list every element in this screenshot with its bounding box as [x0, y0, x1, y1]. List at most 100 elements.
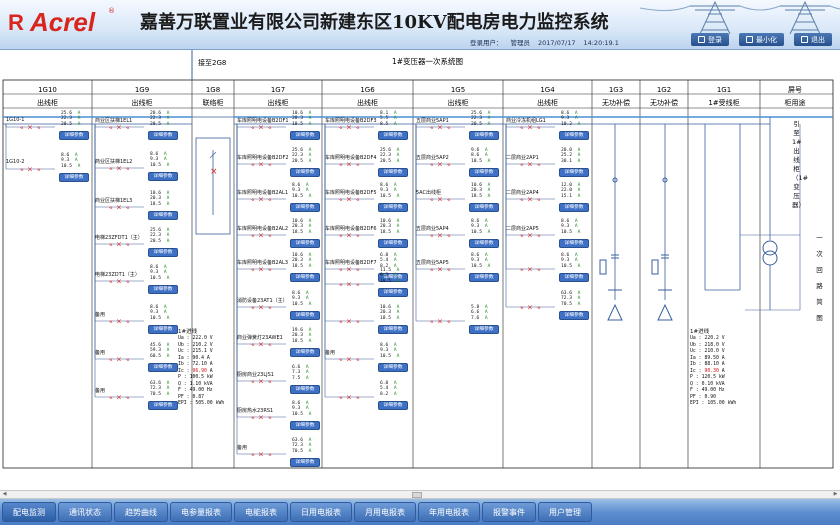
feeder-currents: 45.6 A 59.3 A 60.5 A — [150, 343, 169, 359]
param-f: 49.00 — [189, 388, 205, 393]
cabinet-id-9: 1G1 — [716, 86, 732, 94]
detail-button[interactable]: 详细参数 — [378, 168, 408, 177]
login-button[interactable]: 登录 — [691, 33, 729, 46]
detail-button[interactable]: 详细参数 — [378, 363, 408, 372]
param-unit: V — [721, 342, 725, 348]
incomer-readout-1G1: 1#进线 Ua : 220.2 V Ub : 218.0 V Uc : 210.0 V… — [690, 329, 737, 406]
unit: A — [396, 193, 400, 199]
detail-button[interactable]: 详细参数 — [559, 273, 589, 282]
feeder-12: 车库照明电设备B2AL1 8.6 A 9.3 A 10.5 A 详细参数 — [236, 183, 324, 214]
detail-button[interactable]: 详细参数 — [559, 168, 589, 177]
detail-button[interactable]: 详细参数 — [290, 311, 320, 320]
side-note: 引至1#出线柜（1#变压器） — [792, 120, 809, 209]
feeder-currents: 8.6 A 9.3 A 10.5 A — [292, 183, 311, 199]
detail-button[interactable]: 详细参数 — [469, 168, 499, 177]
current-b: 9.3 — [471, 224, 480, 230]
unit: A — [308, 229, 312, 235]
feeder-currents: 8.6 A 9.3 A 10.5 A — [292, 401, 311, 417]
detail-button[interactable]: 详细参数 — [378, 203, 408, 212]
unit: A — [484, 258, 488, 264]
detail-button[interactable]: 详细参数 — [290, 239, 320, 248]
detail-button[interactable]: 详细参数 — [469, 273, 499, 282]
scroll-right-icon[interactable]: ▶ — [831, 491, 840, 498]
nav-item-3[interactable]: 电参量报表 — [170, 502, 232, 522]
detail-button[interactable]: 详细参数 — [290, 131, 320, 140]
detail-button[interactable]: 详细参数 — [559, 203, 589, 212]
feeder-currents: 10.6 A 20.3 A 18.5 A — [150, 191, 169, 207]
scroll-thumb[interactable] — [412, 492, 422, 498]
nav-item-0[interactable]: 配电监测 — [2, 502, 56, 522]
feeder-currents: 10.6 A 20.3 A 18.5 A — [380, 219, 399, 235]
detail-button[interactable]: 详细参数 — [469, 131, 499, 140]
detail-button[interactable]: 详细参数 — [148, 131, 178, 140]
detail-button[interactable]: 详细参数 — [378, 131, 408, 140]
nav-item-1[interactable]: 通讯状态 — [58, 502, 112, 522]
scroll-left-icon[interactable]: ◀ — [0, 491, 9, 498]
feeder-name: 车库照明电设备B2DF2 — [237, 155, 289, 161]
current-b: 20.3 — [471, 188, 483, 194]
nav-item-9[interactable]: 用户管理 — [538, 502, 592, 522]
detail-button[interactable]: 详细参数 — [290, 458, 320, 467]
feeder-name: 备用 — [95, 312, 106, 318]
detail-button[interactable]: 详细参数 — [290, 203, 320, 212]
detail-button[interactable]: 详细参数 — [469, 325, 499, 334]
horizontal-scrollbar[interactable]: ◀ ▶ — [0, 490, 840, 499]
unit: A — [166, 238, 170, 244]
feeder-29: 五层商业5AP1 25.6 A 22.3 A 20.5 A 详细参数 — [415, 111, 503, 142]
detail-button[interactable]: 详细参数 — [559, 311, 589, 320]
current-b: 22.3 — [150, 233, 162, 239]
param-unit: kVA — [204, 381, 213, 387]
detail-button[interactable]: 详细参数 — [290, 273, 320, 282]
current-b: 9.3 — [292, 296, 301, 302]
detail-button[interactable]: 详细参数 — [290, 385, 320, 394]
exit-button[interactable]: 退出 — [794, 33, 832, 46]
nav-item-4[interactable]: 电能报表 — [234, 502, 288, 522]
detail-button[interactable]: 详细参数 — [148, 401, 178, 410]
minimize-button[interactable]: 最小化 — [739, 33, 784, 46]
feeder-9: 备用 63.6 A 72.3 A 70.5 A 详细参数 — [94, 381, 182, 412]
feeder-name: 车库照明电设备B2DF4 — [325, 155, 377, 161]
detail-button[interactable]: 详细参数 — [59, 173, 89, 182]
feeder-currents: 10.6 A 20.3 A 18.5 A — [292, 219, 311, 235]
detail-button[interactable]: 详细参数 — [559, 131, 589, 140]
detail-button[interactable]: 详细参数 — [469, 203, 499, 212]
detail-button[interactable]: 详细参数 — [290, 348, 320, 357]
unit: A — [163, 270, 167, 276]
nav-item-8[interactable]: 报警事件 — [482, 502, 536, 522]
detail-button[interactable]: 详细参数 — [378, 325, 408, 334]
unit: A — [305, 296, 309, 302]
unit: A — [393, 391, 397, 397]
current-c: 18.5 — [380, 229, 392, 235]
detail-button[interactable]: 详细参数 — [559, 239, 589, 248]
unit: A — [396, 153, 400, 159]
feeder-name: 厨房热水23RS1 — [237, 408, 274, 414]
detail-button[interactable]: 详细参数 — [59, 131, 89, 140]
nav-item-2[interactable]: 趋势曲线 — [114, 502, 168, 522]
unit: A — [308, 448, 312, 454]
nav-item-6[interactable]: 月用电报表 — [354, 502, 416, 522]
detail-button[interactable]: 详细参数 — [469, 239, 499, 248]
detail-button[interactable]: 详细参数 — [290, 168, 320, 177]
feeder-name: 车库照明电设备B2DF5 — [325, 190, 377, 196]
param-unit: kW — [206, 375, 213, 380]
nav-item-5[interactable]: 日用电报表 — [290, 502, 352, 522]
param-unit: V — [721, 349, 725, 354]
detail-button[interactable]: 详细参数 — [148, 363, 178, 372]
feeder-21: 车库照明电设备B2DF4 25.6 A 22.3 A 20.5 A 详细参数 — [324, 148, 412, 179]
detail-button[interactable]: 详细参数 — [148, 211, 178, 220]
param-label: F — [690, 388, 693, 393]
unit: A — [393, 386, 397, 392]
detail-button[interactable]: 详细参数 — [148, 285, 178, 294]
detail-button[interactable]: 详细参数 — [148, 172, 178, 181]
nav-item-7[interactable]: 年用电报表 — [418, 502, 480, 522]
detail-button[interactable]: 详细参数 — [378, 239, 408, 248]
param-unit: A — [209, 368, 213, 374]
detail-button[interactable]: 详细参数 — [290, 421, 320, 430]
feeder-currents: 8.6 A 9.3 A 10.5 A — [150, 305, 169, 321]
detail-button[interactable]: 详细参数 — [148, 325, 178, 334]
unit: A — [577, 301, 581, 307]
detail-button[interactable]: 详细参数 — [148, 248, 178, 257]
unit: A — [308, 301, 312, 307]
detail-button[interactable]: 详细参数 — [378, 288, 408, 297]
detail-button[interactable]: 详细参数 — [378, 401, 408, 410]
